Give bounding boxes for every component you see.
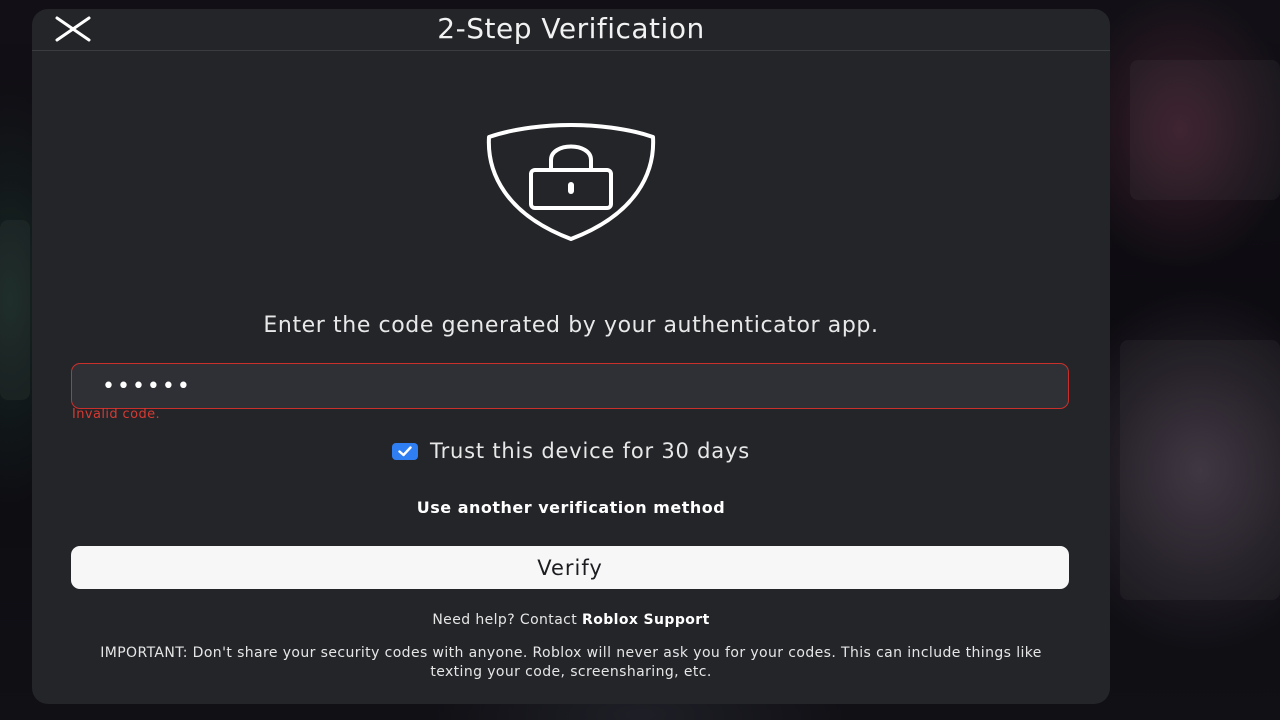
use-another-method-link[interactable]: Use another verification method bbox=[32, 497, 1110, 519]
roblox-support-link[interactable]: Roblox Support bbox=[582, 612, 710, 628]
dialog-header: 2-Step Verification bbox=[32, 9, 1110, 51]
instruction-text: Enter the code generated by your authent… bbox=[263, 313, 879, 338]
shield-lock-icon bbox=[485, 122, 657, 242]
verify-button[interactable]: Verify bbox=[71, 546, 1069, 589]
two-step-verification-dialog: 2-Step Verification Enter the code gener… bbox=[32, 9, 1110, 704]
background-tile bbox=[1120, 340, 1280, 600]
trust-device-checkbox[interactable] bbox=[392, 442, 419, 460]
verification-code-input[interactable] bbox=[71, 363, 1069, 409]
trust-device-label: Trust this device for 30 days bbox=[430, 439, 750, 463]
error-message: Invalid code. bbox=[72, 407, 161, 422]
help-text: Need help? Contact bbox=[432, 612, 583, 628]
background-tile bbox=[0, 220, 30, 400]
dialog-title: 2-Step Verification bbox=[437, 12, 705, 45]
help-row: Need help? Contact Roblox Support bbox=[32, 610, 1110, 630]
checkmark-icon bbox=[398, 445, 412, 456]
background-tile bbox=[1130, 60, 1280, 200]
important-notice: IMPORTANT: Don't share your security cod… bbox=[100, 645, 1042, 680]
trust-device-row: Trust this device for 30 days bbox=[32, 437, 1110, 465]
